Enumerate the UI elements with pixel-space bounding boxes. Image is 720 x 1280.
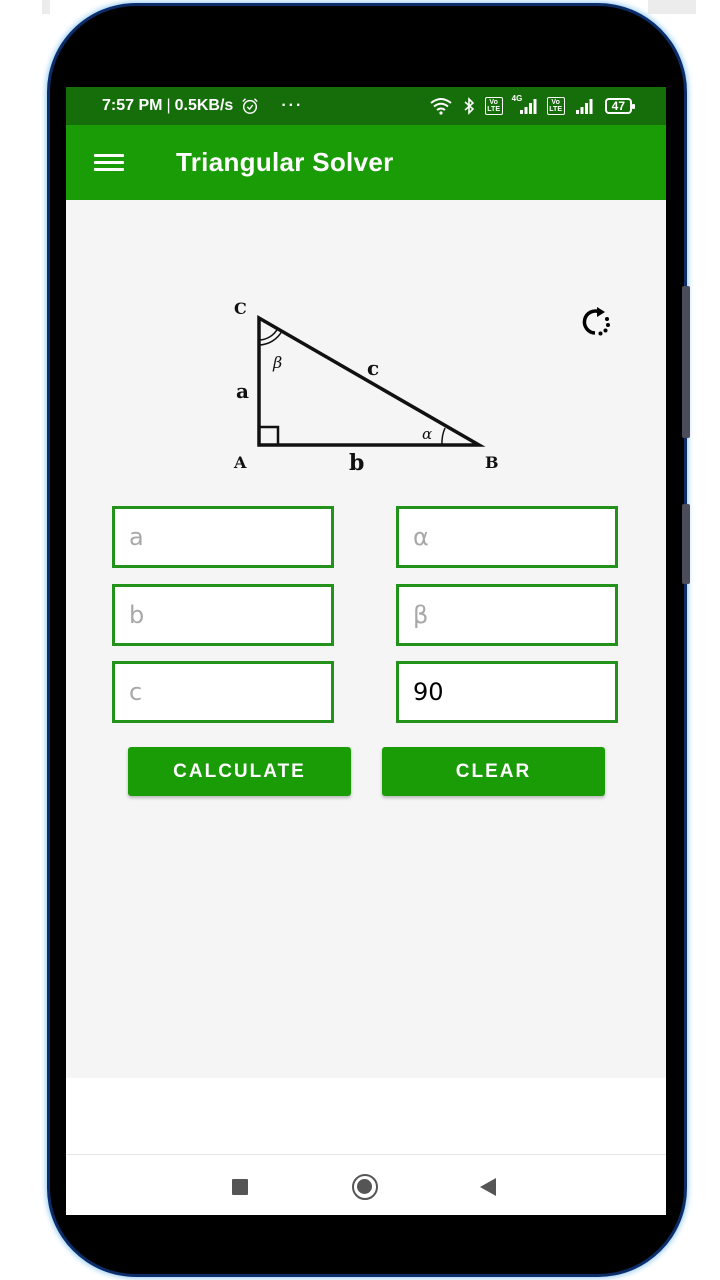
side-label-c: c — [367, 356, 379, 380]
status-time: 7:57 PM — [102, 97, 163, 114]
status-separator: | — [166, 97, 171, 114]
signal-icon-sim2 — [575, 99, 593, 114]
screen: 7:57 PM | 0.5KB/s ··· Vo LTE 4G Vo LTE 4… — [66, 87, 666, 1215]
angle-label-alpha: α — [422, 425, 432, 443]
side-label-b: b — [349, 450, 364, 476]
angle-gamma-input[interactable] — [396, 661, 618, 723]
navigation-bar — [66, 1154, 666, 1215]
power-button — [682, 286, 690, 438]
alpha-arc — [441, 427, 446, 446]
app-title: Triangular Solver — [176, 147, 394, 177]
menu-icon[interactable] — [94, 153, 124, 173]
status-bar: 7:57 PM | 0.5KB/s ··· Vo LTE 4G Vo LTE 4… — [66, 87, 666, 125]
side-c-input[interactable] — [112, 661, 334, 723]
background-strip — [648, 0, 696, 14]
content-area: C A B a b c β α CALCULATE CLEAR — [66, 200, 666, 1078]
angle-alpha-input[interactable] — [396, 506, 618, 568]
right-angle-marker — [257, 425, 280, 447]
signal-icon-sim1: 4G — [512, 94, 538, 115]
vertex-label-c: C — [234, 299, 247, 318]
bluetooth-icon — [464, 97, 474, 115]
angle-label-beta: β — [272, 353, 282, 372]
wifi-icon — [430, 98, 452, 115]
beta-arc-outer — [258, 330, 283, 346]
more-icon: ··· — [281, 97, 304, 114]
background-strip — [42, 0, 50, 14]
side-a-input[interactable] — [112, 506, 334, 568]
vertex-label-b: B — [485, 453, 499, 472]
app-bar: Triangular Solver — [66, 125, 666, 200]
refresh-icon[interactable] — [580, 304, 616, 340]
triangle-diagram: C A B a b c β α — [233, 299, 499, 476]
status-net-speed: 0.5KB/s — [174, 97, 234, 114]
triangle-shape — [257, 314, 486, 447]
angle-beta-input[interactable] — [396, 584, 618, 646]
side-b-input[interactable] — [112, 584, 334, 646]
volte-icon: Vo LTE — [546, 97, 565, 115]
alarm-icon — [242, 98, 259, 114]
home-icon[interactable] — [352, 1174, 378, 1200]
side-label-a: a — [236, 379, 249, 403]
volte-icon: Vo LTE — [484, 97, 503, 115]
vertex-label-a: A — [233, 453, 247, 472]
back-icon[interactable] — [480, 1178, 496, 1196]
recent-apps-icon[interactable] — [232, 1179, 248, 1195]
clear-button[interactable]: CLEAR — [382, 747, 605, 796]
battery-icon: 47 — [604, 98, 636, 114]
calculate-button[interactable]: CALCULATE — [128, 747, 351, 796]
volume-button — [682, 504, 690, 584]
